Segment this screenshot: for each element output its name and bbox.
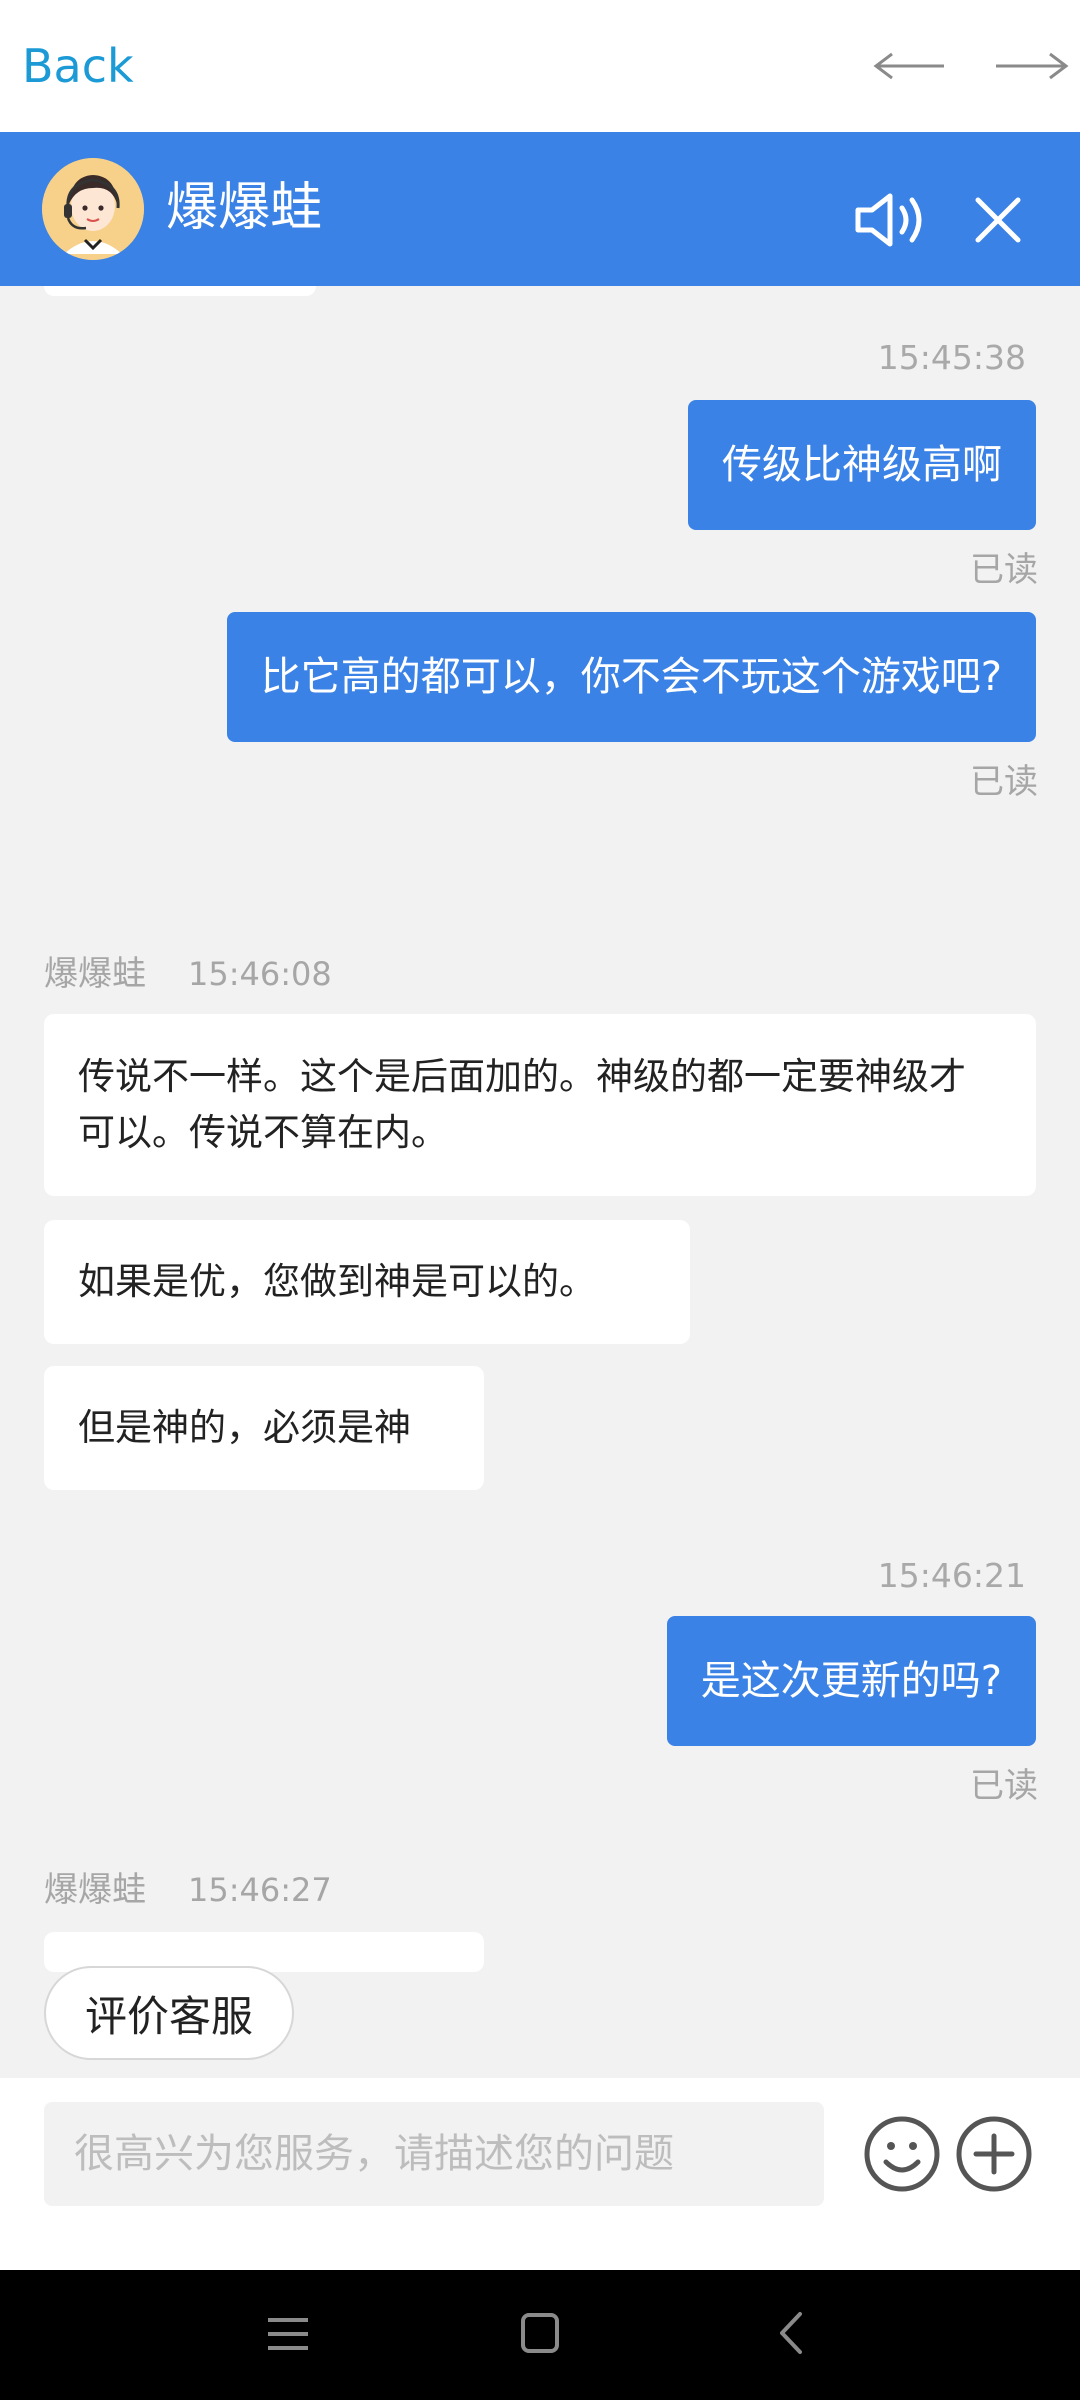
read-status: 已读: [970, 1766, 1038, 1806]
close-icon[interactable]: [970, 192, 1026, 248]
plus-icon[interactable]: [954, 2114, 1034, 2194]
agent-name: 爆爆蛙: [166, 178, 323, 238]
outgoing-message[interactable]: 是这次更新的吗?: [666, 1616, 1036, 1746]
message-timestamp: 15:46:21: [877, 1556, 1026, 1595]
message-timestamp: 15:46:08: [188, 955, 332, 993]
menu-icon[interactable]: [266, 2314, 310, 2354]
message-input-bar: [0, 2078, 1080, 2270]
read-status: 已读: [970, 550, 1038, 590]
chat-area[interactable]: 15:45:38 传级比神级高啊 已读 比它高的都可以，你不会不玩这个游戏吧? …: [0, 286, 1080, 2076]
message-timestamp: 15:45:38: [877, 338, 1026, 377]
back-chevron-icon[interactable]: [776, 2310, 806, 2356]
arrow-right-icon[interactable]: [992, 46, 1072, 86]
message-input[interactable]: [44, 2102, 824, 2206]
chat-header: 爆爆蛙: [0, 132, 1080, 286]
arrow-left-icon[interactable]: [868, 46, 988, 86]
home-icon[interactable]: [520, 2312, 560, 2354]
sender-name: 爆爆蛙: [44, 954, 146, 994]
sender-name: 爆爆蛙: [44, 1870, 146, 1910]
browser-top-bar: Back: [0, 0, 1080, 132]
incoming-message[interactable]: 如果是优，您做到神是可以的。: [44, 1220, 690, 1344]
sender-row: 爆爆蛙 15:46:27: [44, 1868, 332, 1912]
agent-avatar: [42, 158, 144, 260]
rate-agent-button[interactable]: 评价客服: [44, 1966, 294, 2060]
incoming-message[interactable]: 但是神的，必须是神: [44, 1366, 484, 1490]
emoji-icon[interactable]: [862, 2114, 942, 2194]
outgoing-message[interactable]: 比它高的都可以，你不会不玩这个游戏吧?: [226, 612, 1036, 742]
incoming-message[interactable]: 传说不一样。这个是后面加的。神级的都一定要神级才可以。传说不算在内。: [44, 1014, 1036, 1196]
back-link[interactable]: Back: [22, 36, 134, 96]
sender-row: 爆爆蛙 15:46:08: [44, 952, 332, 996]
partial-message-bubble: [44, 286, 316, 296]
speaker-icon[interactable]: [852, 188, 932, 252]
read-status: 已读: [970, 762, 1038, 802]
system-navigation-bar: [0, 2270, 1080, 2400]
message-timestamp: 15:46:27: [188, 1871, 332, 1909]
outgoing-message[interactable]: 传级比神级高啊: [688, 400, 1036, 530]
